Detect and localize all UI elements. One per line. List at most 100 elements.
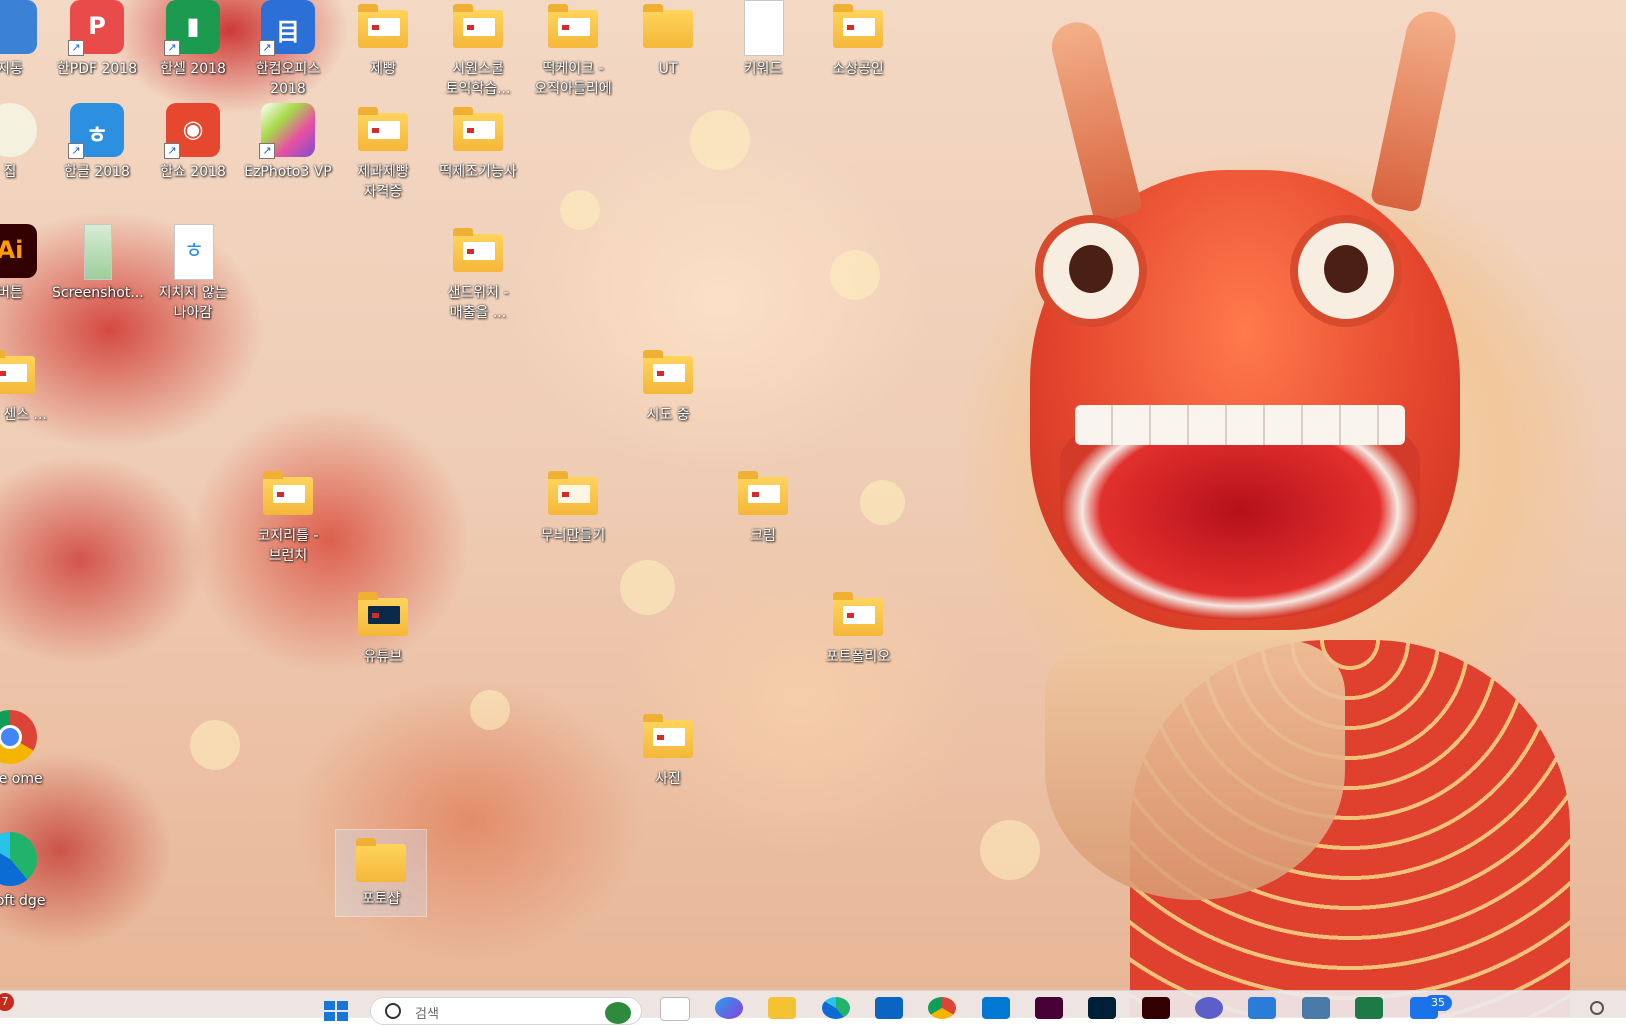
vscode-icon[interactable] [982,997,1010,1019]
desktop-icon[interactable]: 크림 [718,467,808,546]
copilot-icon[interactable] [715,997,743,1019]
dragon-horn [1046,16,1144,224]
icon-label: 비아 센스 ... [0,407,47,423]
icon-label: 제과제빵 자격증 [357,164,409,200]
folder-icon [0,346,37,400]
desktop-icon[interactable]: 제과제빵 자격증 [338,103,428,202]
desktop-icon[interactable]: 비아 센스 ... [0,346,55,425]
folder-icon [831,0,885,54]
desktop-icon[interactable]: ↗ EzPhoto3 VP [243,103,333,182]
task-view-icon[interactable] [660,997,690,1021]
desktop-icon[interactable]: P ↗ 한PDF 2018 [52,0,142,79]
dragon-eye [1035,215,1147,327]
desktop-icon[interactable]: 제빵 [338,0,428,79]
start-button[interactable] [322,999,350,1021]
calendar-icon[interactable] [1248,997,1276,1019]
chrome-icon[interactable] [928,997,956,1019]
icon-label: 사진 [655,771,681,787]
hwp-document-icon: ㅎ [166,224,220,280]
desktop-icon[interactable]: Screenshot... [52,224,144,303]
desktop-icon[interactable]: ogle ome [0,710,55,789]
hanpdf-icon: P ↗ [68,0,124,56]
icon-label: 버튼 [0,285,23,301]
desktop-icon[interactable]: 떡케이크 - 오직아들리에 [528,0,618,99]
bokeh-light [860,480,905,525]
mail-icon[interactable] [875,997,903,1019]
desktop-icon[interactable]: 포트폴리오 [813,588,903,667]
folder-icon [451,224,505,278]
desktop-icon[interactable]: ㅎ 지치지 않는 나아감 [148,224,238,323]
bokeh-light [830,250,880,300]
icon-label: 샌드위치 - 매출을 ... [447,285,509,321]
hangul-icon: ㅎ ↗ [68,103,124,159]
icon-label: 소상공인 [832,61,884,77]
folder-icon [261,467,315,521]
desktop-icon[interactable]: ◉ ↗ 한쇼 2018 [148,103,238,182]
hancell-icon: ▮ ↗ [164,0,220,56]
dragon-horn [1369,6,1461,214]
bokeh-light [560,190,600,230]
edge-icon[interactable] [822,997,850,1019]
icon-label: 제빵 [370,61,396,77]
document-icon [736,0,790,56]
search-highlight-icon [605,1002,631,1024]
desktop-icon[interactable]: ▮ ↗ 한셀 2018 [148,0,238,79]
folder-icon [354,830,408,884]
dragon-eye [1290,215,1402,327]
monitor-icon[interactable] [1302,997,1330,1019]
file-explorer-icon[interactable] [768,997,796,1019]
icon-label: 한컴오피스 2018 [255,61,321,97]
desktop-icon[interactable]: ㅎ ↗ 한글 2018 [52,103,142,182]
bokeh-light [470,690,510,730]
desktop-icon[interactable]: 떡제조기능사 [433,103,523,182]
bokeh-light [620,560,675,615]
bokeh-light [980,820,1040,880]
folder-icon [736,467,790,521]
edge-icon [0,832,37,886]
desktop-icon[interactable]: 포토샵 [335,829,427,917]
bokeh-light [690,110,750,170]
desktop-icon[interactable]: 샌드위치 - 매출을 ... [433,224,523,323]
icon-label: 집 [3,164,17,180]
search-box[interactable]: 검색 [370,997,642,1025]
icon-label: 한셀 2018 [160,61,226,77]
dragon-mouth [1060,420,1420,620]
excel-icon[interactable] [1355,997,1383,1019]
icon-label: rosoft dge [0,893,46,909]
desktop-icon[interactable]: 지통 [0,0,55,79]
indesign-icon[interactable] [1035,997,1063,1019]
icon-label: 유튜브 [363,649,403,665]
folder-icon [356,0,410,54]
dragon-beard [1045,640,1345,900]
desktop-icon[interactable]: rosoft dge [0,832,55,911]
icon-label: UT [658,61,678,77]
teams-icon[interactable] [1195,997,1223,1019]
notification-badge[interactable]: 7 [0,993,14,1011]
app-icon [0,0,37,54]
illustrator-icon[interactable] [1142,997,1170,1019]
icon-label: 시원스쿨 토익학습... [445,61,511,97]
desktop-icon[interactable]: 키워드 [718,0,808,79]
desktop-icon[interactable]: UT [623,0,713,79]
bokeh-light [190,720,240,770]
icon-label: 한쇼 2018 [160,164,226,180]
icon-label: EzPhoto3 VP [244,164,332,180]
desktop-icon[interactable]: 目 ↗ 한컴오피스 2018 [243,0,333,99]
desktop-icon[interactable]: 유튜브 [338,588,428,667]
desktop-icon[interactable]: Ai 버튼 [0,224,55,303]
desktop-icon[interactable]: 집 [0,103,55,182]
photoshop-icon[interactable] [1088,997,1116,1019]
icon-label: 포토샵 [361,891,401,907]
desktop-icon[interactable]: 시도 중 [623,346,713,425]
folder-icon [356,588,410,642]
desktop-icon[interactable]: 소상공인 [813,0,903,79]
desktop-icon[interactable]: 시원스쿨 토익학습... [433,0,523,99]
outlook-icon[interactable]: 35 [1410,995,1452,1019]
icon-label: 지치지 않는 나아감 [158,285,228,321]
search-placeholder: 검색 [415,1007,439,1022]
system-tray-icon[interactable] [1590,1001,1604,1015]
icon-label: Screenshot... [52,285,144,301]
desktop-icon[interactable]: 코지리틀 - 브런치 [243,467,333,566]
desktop-icon[interactable]: 사진 [623,710,713,789]
desktop-icon[interactable]: 무늬만들기 [528,467,618,546]
